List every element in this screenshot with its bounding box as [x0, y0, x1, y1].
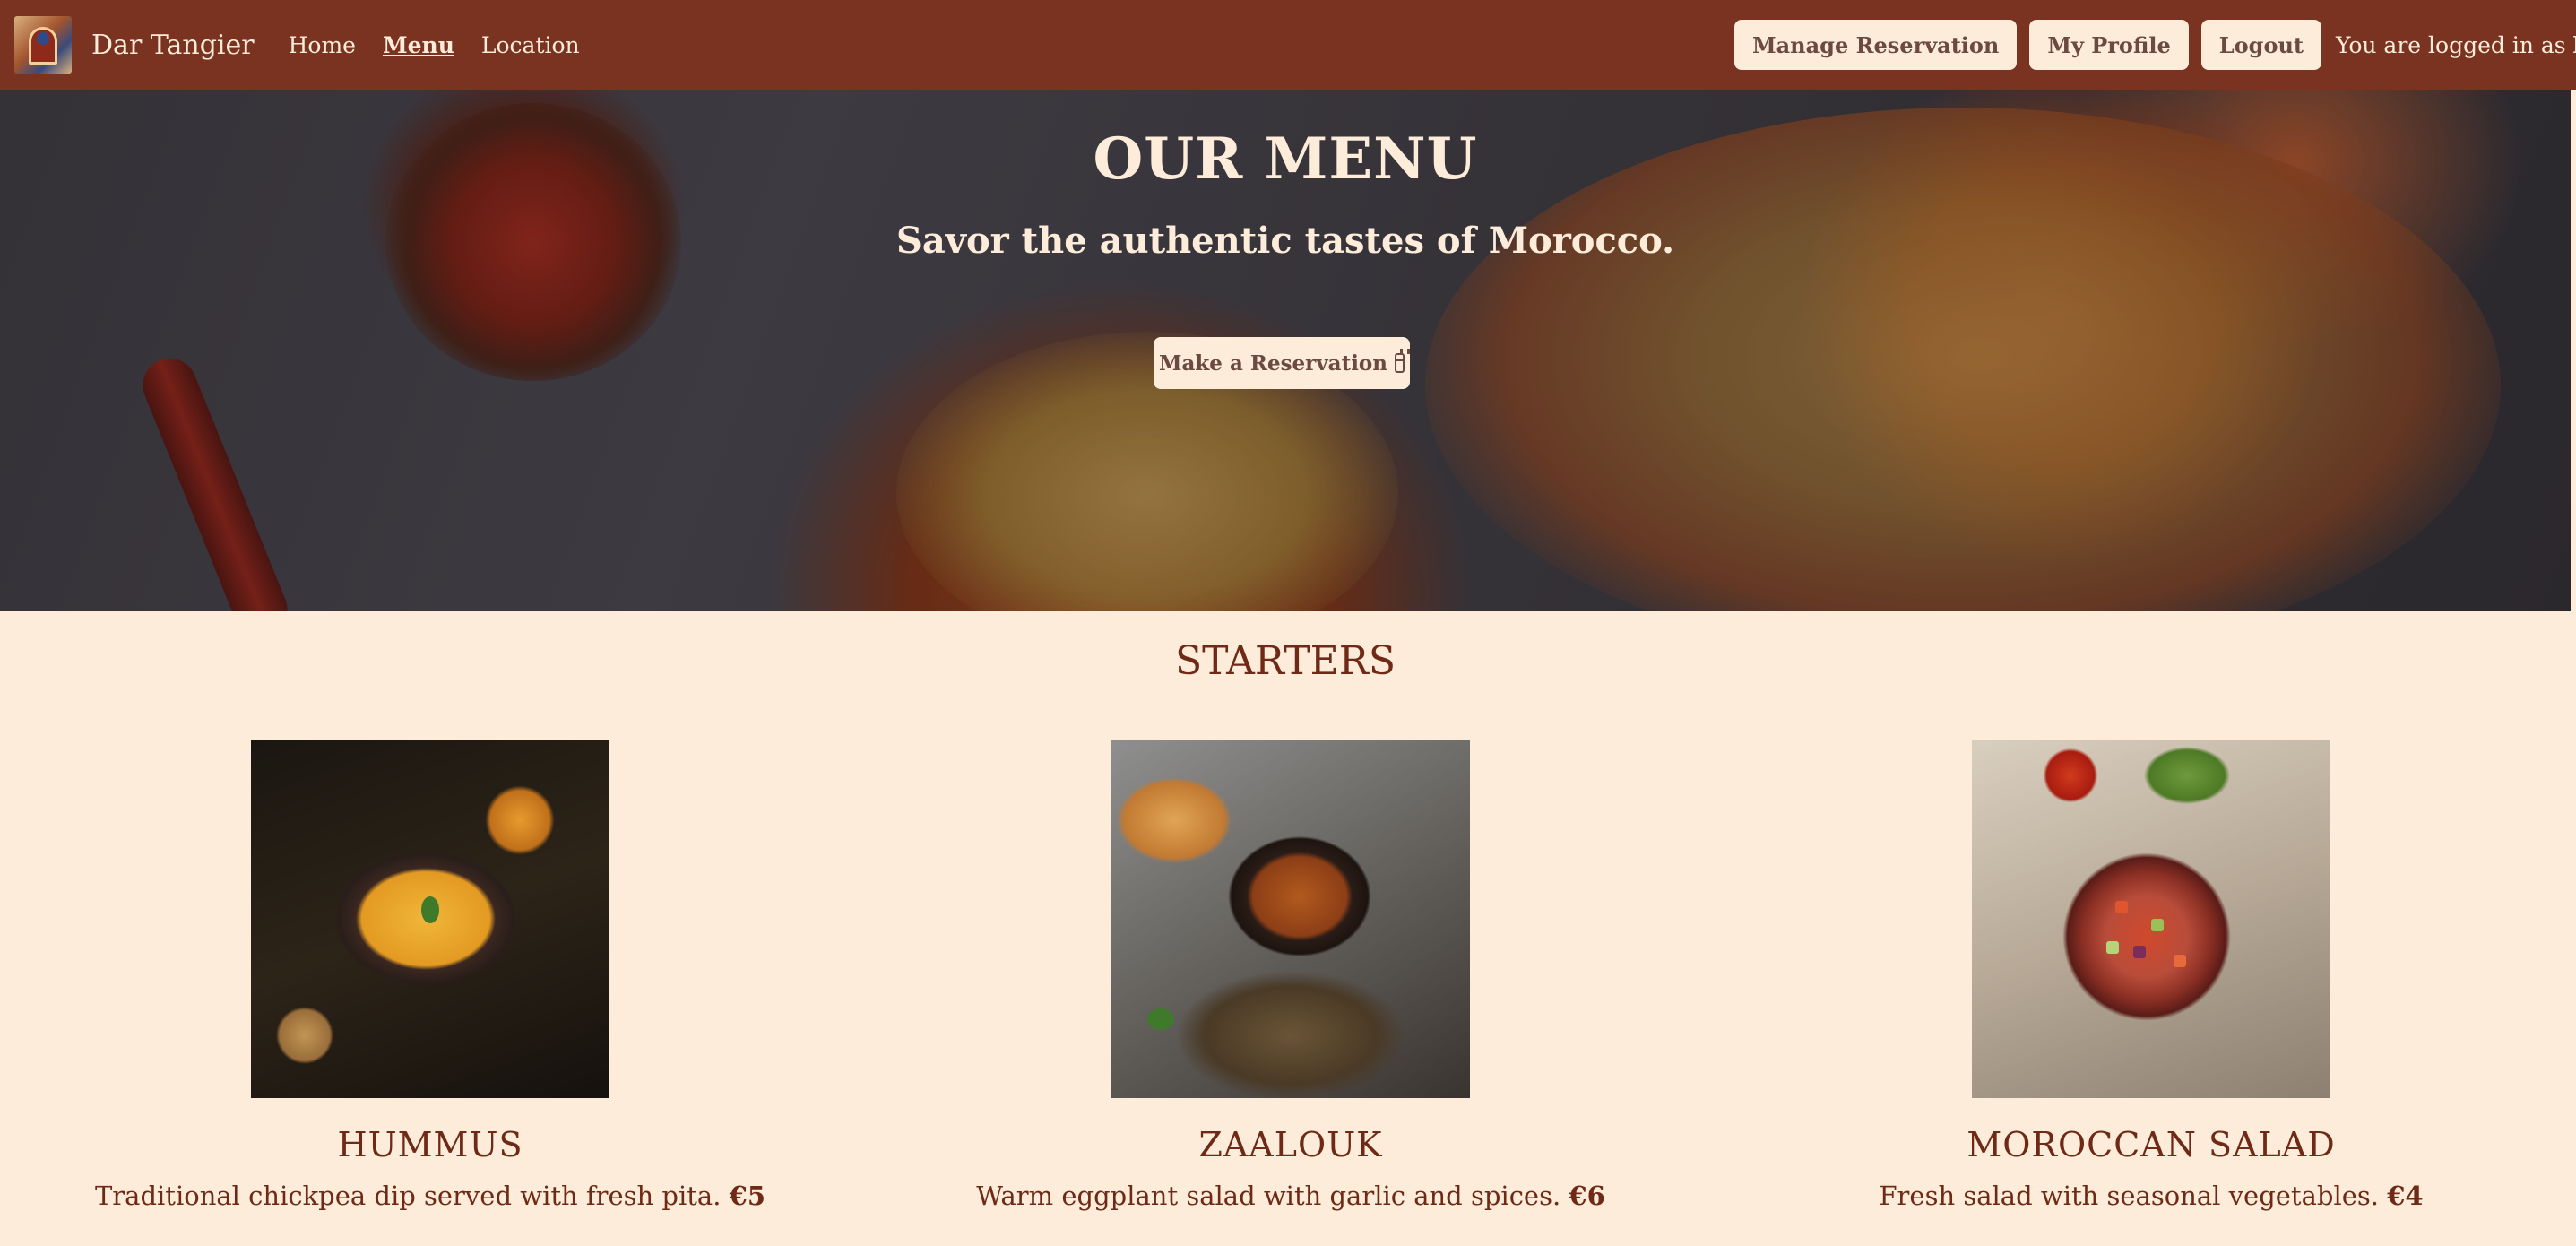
nav-right: Manage Reservation My Profile Logout You…: [1734, 0, 2576, 90]
hero-banner: OUR MENU Savor the authentic tastes of M…: [0, 90, 2571, 611]
page-title: OUR MENU: [1093, 125, 1478, 193]
dish-card-moroccan-salad: MOROCCAN SALAD Fresh salad with seasonal…: [1721, 740, 2576, 1211]
parsley-garnish-shape: [421, 896, 439, 923]
brand-name[interactable]: Dar Tangier: [91, 30, 255, 61]
zaalouk-photo: [1111, 740, 1470, 1098]
dish-card-hummus: HUMMUS Traditional chickpea dip served w…: [0, 740, 860, 1211]
logo-dome-shape: [37, 32, 49, 45]
dish-name: ZAALOUK: [1198, 1125, 1383, 1164]
logged-in-prefix: You are logged in as: [2336, 31, 2566, 58]
nav-links: Home Menu Location: [289, 32, 580, 58]
dish-description: Warm eggplant salad with garlic and spic…: [860, 1181, 1721, 1211]
dish-name: HUMMUS: [337, 1125, 523, 1164]
onion-piece-shape: [2133, 946, 2146, 958]
dish-description: Traditional chickpea dip served with fre…: [0, 1181, 860, 1211]
moroccan-salad-photo: [1972, 740, 2330, 1098]
my-profile-button[interactable]: My Profile: [2029, 20, 2189, 70]
dish-description: Fresh salad with seasonal vegetables. €4: [1721, 1181, 2576, 1211]
nav-link-menu[interactable]: Menu: [383, 32, 454, 58]
dish-price: €5: [729, 1181, 766, 1211]
dish-description-text: Warm eggplant salad with garlic and spic…: [976, 1181, 1561, 1211]
dish-card-zaalouk: ZAALOUK Warm eggplant salad with garlic …: [860, 740, 1721, 1211]
logout-button[interactable]: Logout: [2200, 20, 2321, 70]
leaf-garnish-shape: [1147, 1008, 1174, 1030]
cucumber-piece-shape: [2106, 941, 2119, 954]
nav-link-home[interactable]: Home: [289, 32, 356, 58]
make-reservation-button[interactable]: Make a Reservation: [1154, 337, 1410, 389]
hero-subtitle: Savor the authentic tastes of Morocco.: [895, 220, 1675, 262]
dish-price: €4: [2387, 1181, 2424, 1211]
tomato-piece-shape: [2174, 955, 2186, 967]
section-title-starters: STARTERS: [1175, 638, 1396, 684]
logged-in-status: You are logged in as bilale: [2334, 32, 2576, 58]
calendar-icon: [1395, 349, 1405, 373]
tomato-piece-shape: [2115, 901, 2128, 913]
dish-name: MOROCCAN SALAD: [1967, 1125, 2336, 1164]
navbar: Dar Tangier Home Menu Location Manage Re…: [0, 0, 2576, 90]
nav-link-location[interactable]: Location: [481, 32, 580, 58]
dish-price: €6: [1569, 1181, 1605, 1211]
cucumber-piece-shape: [2151, 919, 2164, 931]
dish-description-text: Fresh salad with seasonal vegetables.: [1879, 1181, 2379, 1211]
restaurant-logo[interactable]: [14, 16, 72, 74]
username: bilale: [2573, 32, 2576, 58]
dish-description-text: Traditional chickpea dip served with fre…: [94, 1181, 722, 1211]
manage-reservation-button[interactable]: Manage Reservation: [1734, 20, 2018, 70]
make-reservation-label: Make a Reservation: [1159, 350, 1387, 376]
hummus-photo: [251, 740, 609, 1098]
